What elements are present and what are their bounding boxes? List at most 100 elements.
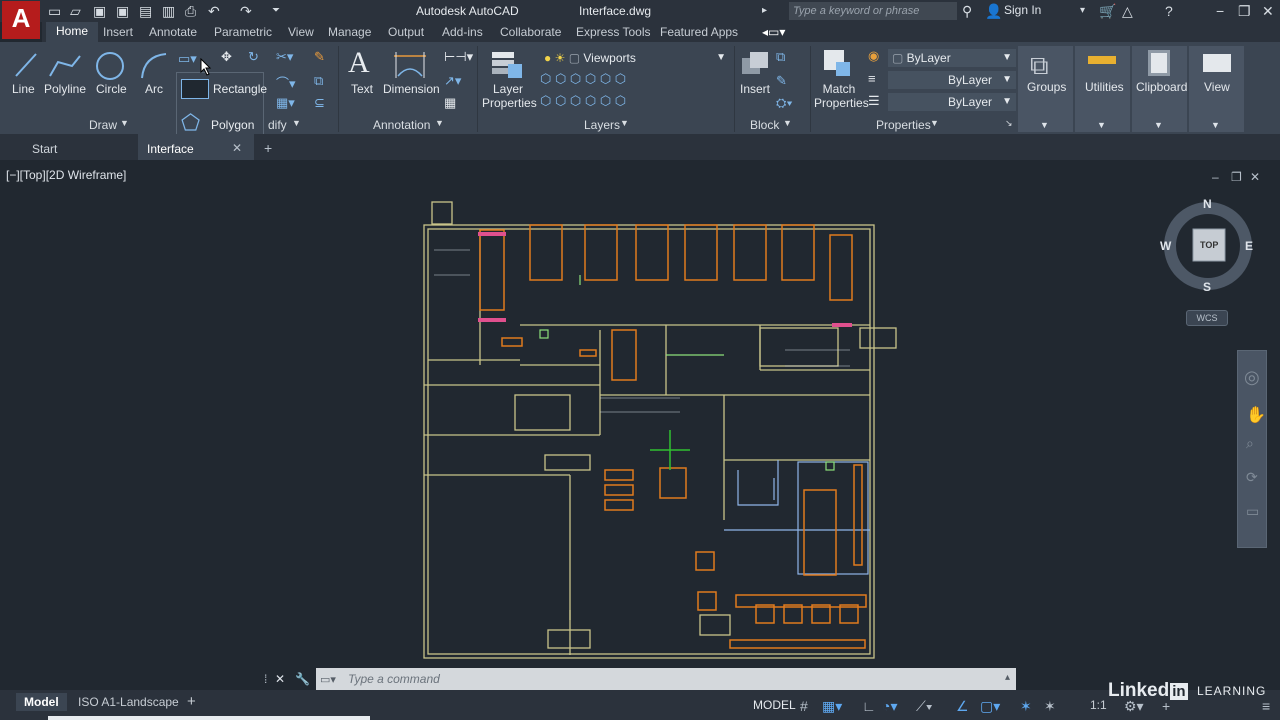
array-icon[interactable]: ▦▾ [276,95,295,111]
zoom-icon[interactable]: ⌕ [1246,435,1254,452]
grid-icon[interactable]: # [800,698,808,714]
scale-readout[interactable]: 1:1 [1090,698,1107,712]
customize-command-icon[interactable]: 🔧 [295,672,310,686]
copy-icon[interactable]: ⧉ [314,73,323,89]
viewcube-top-label[interactable]: TOP [1200,240,1218,250]
command-grip-icon[interactable]: ⁞ [264,672,267,686]
modify-panel-title[interactable]: dify [268,118,287,132]
viewport-close-icon[interactable]: ✕ [1250,170,1260,184]
text-icon[interactable]: A [348,46,370,80]
clipboard-panel[interactable]: Clipboard ▼ [1132,46,1187,132]
layer-tools-row-2[interactable]: ⬡ ⬡ ⬡ ⬡ ⬡ ⬡ [540,93,626,109]
save-to-web-icon[interactable]: ▥ [162,4,175,18]
circle-button[interactable]: Circle [96,82,127,96]
new-icon[interactable]: ▭ [48,4,61,18]
view-panel[interactable]: View ▼ [1189,46,1244,132]
layer-dropdown[interactable]: ● ☀ ▢ Viewports ▼ [540,49,730,67]
file-tab-interface[interactable]: Interface ✕ [138,134,254,160]
viewport-controls[interactable]: [−][Top][2D Wireframe] [6,168,126,182]
command-input[interactable]: Type a command [316,668,1016,690]
dimension-button[interactable]: Dimension [383,82,440,96]
binoculars-icon[interactable]: ⚲ [962,4,972,18]
close-tab-icon[interactable]: ✕ [232,141,242,155]
web-mobile-icon[interactable]: ▤ [139,4,152,18]
tab-home[interactable]: Home [46,22,99,42]
chevron-down-icon[interactable]: ▼ [435,118,444,128]
compass-west[interactable]: W [1160,239,1171,253]
sign-in-link[interactable]: Sign In [1004,3,1041,17]
chevron-down-icon[interactable]: ▼ [292,118,301,128]
linetype-icon[interactable]: ☰ [868,93,880,109]
leader-icon[interactable]: ↗▾ [444,73,461,89]
color-dropdown[interactable]: ▢ ByLayer ▼ [888,49,1016,67]
text-button[interactable]: Text [351,82,373,96]
annotation-panel-title[interactable]: Annotation [373,118,430,132]
utilities-panel[interactable]: Utilities ▼ [1075,46,1130,132]
minimize-icon[interactable]: − [1216,4,1224,18]
tab-annotate[interactable]: Annotate [149,25,197,39]
compass-north[interactable]: N [1203,197,1212,211]
command-expand-icon[interactable]: ▴ [1005,672,1010,683]
viewport-minimize-icon[interactable]: – [1212,170,1219,184]
pan-icon[interactable]: ✋ [1246,405,1266,425]
save-icon[interactable]: ▣ [93,4,106,18]
drawing-viewport[interactable]: [−][Top][2D Wireframe] – ❐ ✕ N S E W TOP… [0,160,1280,668]
attribute-icon[interactable]: ⛭▾ [776,95,793,111]
isodraft-icon[interactable]: ⟋▾ [916,698,933,715]
wcs-menu[interactable]: WCS [1186,310,1228,326]
autodesk-app-icon[interactable]: △ [1122,4,1133,18]
polar-icon[interactable]: ◔▾ [882,698,897,715]
chevron-down-icon[interactable]: ▼ [620,118,629,128]
application-menu-logo[interactable]: A [2,1,40,39]
draw-panel-title[interactable]: Draw [89,118,117,132]
chevron-down-icon[interactable]: ▾ [1080,4,1085,18]
viewport-restore-icon[interactable]: ❐ [1231,170,1242,184]
customize-menu-icon[interactable]: ≡ [1262,698,1270,714]
plot-icon[interactable]: ⎙ [185,4,196,18]
restore-icon[interactable]: ❐ [1238,4,1251,18]
layer-tools-row-1[interactable]: ⬡ ⬡ ⬡ ⬡ ⬡ ⬡ [540,71,626,87]
line-button[interactable]: Line [12,82,35,96]
tab-collaborate[interactable]: Collaborate [500,25,561,39]
tab-view[interactable]: View [288,25,314,39]
chevron-down-icon[interactable]: ▼ [783,118,792,128]
search-toggle-icon[interactable]: ▸ [762,4,767,18]
layer-properties-button[interactable]: Layer Properties [482,82,537,110]
tab-parametric[interactable]: Parametric [214,25,272,39]
tab-featured-apps[interactable]: Featured Apps [660,25,738,39]
tab-express-tools[interactable]: Express Tools [576,25,650,39]
save-as-icon[interactable]: ▣ [116,4,129,18]
cart-icon[interactable]: 🛒 [1099,4,1116,18]
arc-button[interactable]: Arc [145,82,163,96]
rotate-icon[interactable]: ↻ [248,49,259,65]
color-wheel-icon[interactable]: ◉ [868,48,879,64]
linetype-dropdown[interactable]: ByLayer ▼ [888,93,1016,111]
panel-launcher-icon[interactable]: ↘ [1005,118,1013,129]
compass-south[interactable]: S [1203,280,1211,294]
undo-icon[interactable]: ↶ [208,4,220,18]
user-icon[interactable]: 👤 [985,4,1002,18]
command-history-icon[interactable]: ▭▾ [320,673,336,686]
match-properties-button[interactable]: Match Properties [814,82,869,110]
fillet-icon[interactable]: ⌒▾ [276,73,296,92]
customize-dropdown-icon[interactable]: ⏷ [272,4,280,18]
new-tab-button[interactable]: + [264,140,272,156]
add-layout-button[interactable]: + [187,693,196,710]
rectangle-small-icon[interactable]: ▭▾ [178,51,197,67]
open-folder-icon[interactable]: ▱ [70,4,81,18]
search-input[interactable]: Type a keyword or phrase [789,2,957,20]
iso-a1-layout-tab[interactable]: ISO A1-Landscape [78,695,179,709]
edit-block-icon[interactable]: ✎ [776,73,787,89]
tab-manage[interactable]: Manage [328,25,371,39]
compass-east[interactable]: E [1245,239,1253,253]
model-space-toggle[interactable]: MODEL [753,698,796,712]
groups-panel[interactable]: ⧉ Groups ▼ [1018,46,1073,132]
trim-icon[interactable]: ✂▾ [276,49,293,65]
table-icon[interactable]: ▦ [444,95,456,111]
showmotion-icon[interactable]: ▭ [1246,503,1259,520]
lineweight-icon[interactable]: ≡ [868,71,876,86]
annotation-scale-icon[interactable]: ✶ [1020,698,1032,715]
file-tab-start[interactable]: Start [0,134,136,160]
close-command-icon[interactable]: ✕ [275,672,285,686]
offset-icon[interactable]: ⊆ [314,95,325,111]
